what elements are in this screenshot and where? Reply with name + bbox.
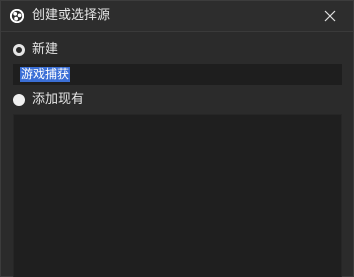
create-new-option[interactable]: 新建 (13, 41, 58, 59)
dialog-title: 创建或选择源 (32, 8, 111, 23)
add-existing-label: 添加现有 (32, 92, 85, 107)
close-button[interactable] (307, 1, 353, 31)
create-new-label: 新建 (32, 42, 59, 57)
add-existing-radio[interactable] (13, 94, 25, 106)
create-new-radio[interactable] (13, 44, 25, 56)
existing-sources-list[interactable] (13, 114, 342, 277)
source-name-value: 游戏捕获 (20, 67, 71, 82)
title-bar[interactable]: 创建或选择源 (1, 1, 353, 32)
source-name-input[interactable]: 游戏捕获 (13, 64, 342, 85)
create-select-source-dialog: 创建或选择源 新建 游戏捕获 添加现有 (0, 0, 354, 277)
close-icon (324, 10, 336, 22)
obs-logo-icon (10, 9, 24, 23)
add-existing-option[interactable]: 添加现有 (13, 91, 84, 109)
